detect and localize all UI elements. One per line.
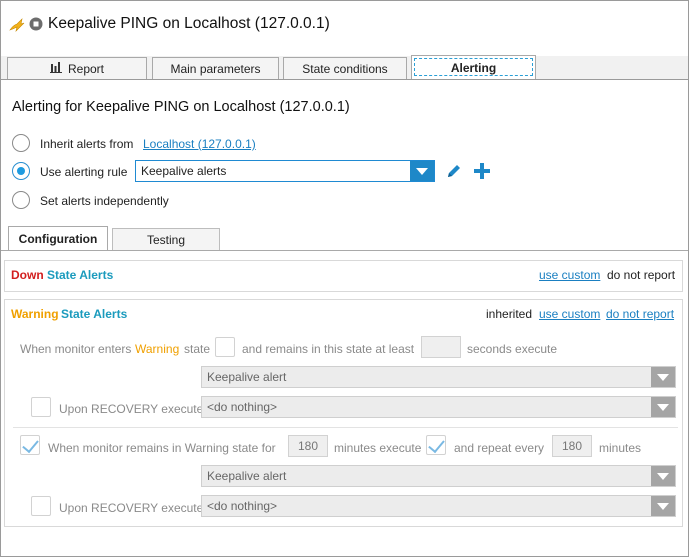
- down-do-not-report[interactable]: do not report: [607, 268, 675, 282]
- tab-report-label: Report: [67, 62, 105, 76]
- remain-minutes-input[interactable]: 180: [288, 435, 328, 457]
- tab-main-parameters-label: Main parameters: [170, 62, 261, 76]
- recovery-action-select[interactable]: <do nothing>: [201, 396, 676, 418]
- repeat-label: and repeat every: [454, 441, 545, 455]
- set-independently-radio[interactable]: [12, 191, 30, 209]
- tab-state-conditions[interactable]: State conditions: [283, 57, 407, 80]
- down-state-name: Down: [11, 268, 44, 282]
- recovery-label: Upon RECOVERY execute: [59, 402, 204, 416]
- window-title: Keepalive PING on Localhost (127.0.0.1): [48, 15, 330, 32]
- subtab-testing-label: Testing: [146, 232, 186, 247]
- subtab-testing[interactable]: Testing: [112, 228, 220, 250]
- alerting-rule-value: Keepalive alerts: [141, 164, 227, 178]
- enter-state-checkbox[interactable]: [215, 337, 235, 357]
- tab-main-parameters[interactable]: Main parameters: [152, 57, 279, 80]
- warning-state-name: Warning: [11, 307, 59, 321]
- focus-ring: [414, 58, 533, 76]
- warning-use-custom-link[interactable]: use custom: [539, 307, 600, 321]
- tab-report[interactable]: Report: [7, 57, 147, 80]
- recovery-action-value: <do nothing>: [207, 400, 278, 414]
- remain-label: When monitor remains in Warning state fo…: [48, 441, 276, 455]
- use-alerting-rule-radio[interactable]: [12, 162, 30, 180]
- warning-do-not-report-link[interactable]: do not report: [606, 307, 674, 321]
- subtab-configuration-label: Configuration: [18, 231, 98, 246]
- chevron-down-icon[interactable]: [410, 161, 434, 181]
- chevron-down-icon[interactable]: [651, 397, 675, 417]
- subtab-configuration[interactable]: Configuration: [8, 226, 108, 251]
- recovery2-label: Upon RECOVERY execute: [59, 501, 204, 515]
- tab-alerting[interactable]: Alerting: [411, 55, 536, 80]
- set-independently-label: Set alerts independently: [40, 194, 169, 208]
- bar-chart-icon: [49, 62, 62, 76]
- enter-action-select[interactable]: Keepalive alert: [201, 366, 676, 388]
- recovery-checkbox[interactable]: [31, 397, 51, 417]
- tab-divider: [1, 79, 688, 80]
- recovery2-checkbox[interactable]: [31, 496, 51, 516]
- enter-state-label: Warning: [135, 342, 180, 356]
- minutes-execute-label: minutes execute: [334, 441, 422, 455]
- window-frame: Keepalive PING on Localhost (127.0.0.1) …: [0, 0, 689, 557]
- edit-pencil-icon[interactable]: [445, 162, 463, 183]
- remain-action-select[interactable]: Keepalive alert: [201, 465, 676, 487]
- seconds-execute-label: seconds execute: [467, 342, 558, 356]
- remain-action-value: Keepalive alert: [207, 469, 287, 483]
- inherit-alerts-label: Inherit alerts from: [40, 137, 134, 151]
- inherit-source-link[interactable]: Localhost (127.0.0.1): [143, 137, 256, 151]
- enter-prefix-label: When monitor enters: [20, 342, 132, 356]
- repeat-minutes-input[interactable]: 180: [552, 435, 592, 457]
- subtab-divider: [1, 250, 688, 251]
- chevron-down-icon[interactable]: [651, 466, 675, 486]
- section-separator: [13, 427, 678, 428]
- minutes-label: minutes: [599, 441, 642, 455]
- inherit-alerts-radio[interactable]: [12, 134, 30, 152]
- alerting-rule-select[interactable]: Keepalive alerts: [135, 160, 435, 182]
- recovery2-action-select[interactable]: <do nothing>: [201, 495, 676, 517]
- down-use-custom-link[interactable]: use custom: [539, 268, 600, 282]
- remain-checkbox[interactable]: [20, 435, 40, 455]
- chevron-down-icon[interactable]: [651, 367, 675, 387]
- chevron-down-icon[interactable]: [651, 496, 675, 516]
- recovery2-action-value: <do nothing>: [207, 499, 278, 513]
- repeat-checkbox[interactable]: [426, 435, 446, 455]
- down-state-title: State Alerts: [47, 268, 114, 282]
- warning-state-title: State Alerts: [61, 307, 128, 321]
- remains-label: and remains in this state at least: [242, 342, 415, 356]
- add-plus-icon[interactable]: [473, 162, 491, 183]
- warning-inherited-label[interactable]: inherited: [486, 307, 532, 321]
- remain-seconds-input[interactable]: [421, 336, 461, 358]
- tab-state-conditions-label: State conditions: [302, 62, 388, 76]
- enter-action-value: Keepalive alert: [207, 370, 287, 384]
- alerting-heading: Alerting for Keepalive PING on Localhost…: [12, 99, 350, 115]
- use-alerting-rule-label: Use alerting rule: [40, 165, 128, 179]
- enter-suffix-label: state: [184, 342, 211, 356]
- monitor-status-icon: [8, 16, 26, 37]
- stop-state-icon: [29, 17, 43, 34]
